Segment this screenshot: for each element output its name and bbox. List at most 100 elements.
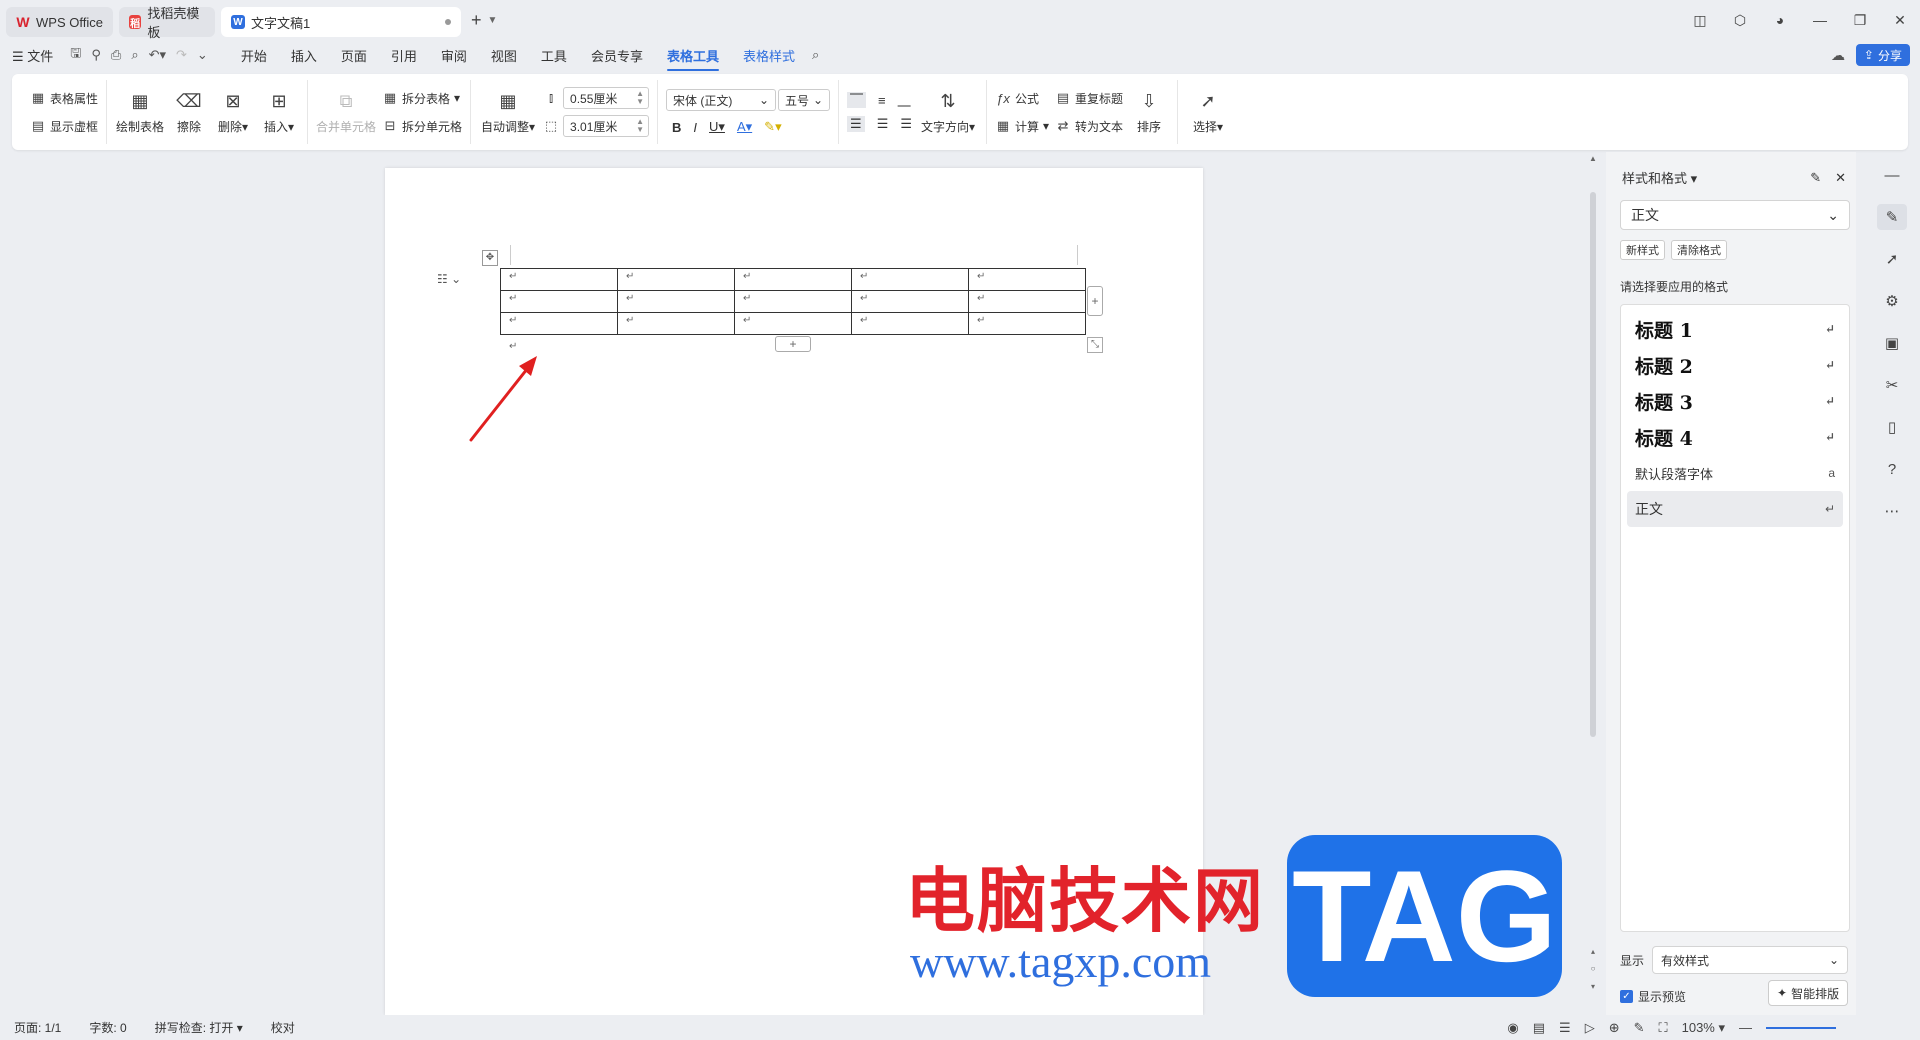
restore-icon[interactable]: ❐ xyxy=(1840,12,1880,29)
show-filter-select[interactable]: 有效样式 ⌄ xyxy=(1652,946,1849,974)
pen-icon[interactable]: ✎ xyxy=(1634,1020,1645,1036)
table-properties-button[interactable]: ▦ 表格属性 xyxy=(30,88,98,108)
close-panel-icon[interactable]: ✕ xyxy=(1835,170,1846,186)
adjust-sliders-icon[interactable]: ⚙ xyxy=(1877,288,1907,314)
close-window-icon[interactable]: ✕ xyxy=(1880,12,1920,29)
align-right-icon[interactable]: ☰ xyxy=(900,116,912,132)
row-height-input[interactable]: 0.55厘米 ▲ ▼ xyxy=(563,87,650,109)
print-preview-icon[interactable]: ⌕ xyxy=(126,47,143,63)
align-top-icon[interactable]: ⎺ xyxy=(847,92,867,108)
more-chevron-icon[interactable]: ⌄ xyxy=(192,47,213,63)
auto-fit-button[interactable]: ▦ 自动调整▾ xyxy=(479,90,537,135)
menu-member[interactable]: 会员专享 xyxy=(579,46,655,65)
table-cell[interactable]: ↵ xyxy=(968,268,1086,291)
erase-button[interactable]: ⌫ 擦除 xyxy=(171,90,207,135)
table-cell[interactable]: ↵ xyxy=(734,268,852,291)
tab-document[interactable]: W 文字文稿1 xyxy=(220,7,461,37)
vertical-scrollbar[interactable]: ▲ ▴ ○ ▾ xyxy=(1588,152,1598,1012)
font-name-select[interactable]: 宋体 (正文) ⌄ xyxy=(666,89,777,111)
new-tab-plus-icon[interactable]: + xyxy=(471,10,482,31)
style-brush-icon[interactable]: ✎ xyxy=(1877,204,1907,230)
table-cell[interactable]: ↵ xyxy=(500,290,618,313)
text-direction-button[interactable]: ⇅ 文字方向▾ xyxy=(918,90,978,135)
save-icon[interactable]: 🖫 xyxy=(65,44,86,66)
add-row-plus-icon[interactable]: + xyxy=(775,336,811,352)
share-button[interactable]: ⇪ 分享 xyxy=(1855,44,1910,66)
print-icon[interactable]: ⎙ xyxy=(106,47,126,63)
proofread-button[interactable]: 校对 xyxy=(257,1019,309,1036)
show-gridlines-button[interactable]: ▤ 显示虚框 xyxy=(30,116,98,136)
sort-button[interactable]: ⇩ 排序 xyxy=(1129,90,1169,135)
formula-button[interactable]: ƒx 公式 xyxy=(995,88,1049,108)
panel-title[interactable]: 样式和格式 ▾ xyxy=(1622,168,1697,187)
draw-table-button[interactable]: ▦ 绘制表格 xyxy=(115,90,165,135)
spinner-icon[interactable]: ▲ ▼ xyxy=(636,118,648,134)
unsaved-dot-icon[interactable] xyxy=(444,19,451,25)
menu-review[interactable]: 审阅 xyxy=(429,46,479,65)
page-view-icon[interactable]: ▤ xyxy=(1533,1020,1545,1036)
current-style-select[interactable]: 正文 ⌄ xyxy=(1620,200,1850,230)
fit-page-icon[interactable]: ⛶ xyxy=(1659,1020,1668,1036)
table-cell[interactable]: ↵ xyxy=(851,290,969,313)
cloud-icon[interactable]: ☁ xyxy=(1831,47,1845,64)
select-button[interactable]: ➚ 选择▾ xyxy=(1186,90,1230,135)
split-cells-button[interactable]: ⊟ 拆分单元格 xyxy=(382,116,462,136)
table-resize-icon[interactable]: ⤡ xyxy=(1087,337,1103,353)
font-color-icon[interactable]: A▾ xyxy=(737,119,752,135)
merge-cells-button[interactable]: ⧉ 合并单元格 xyxy=(316,90,376,135)
align-bottom-icon[interactable]: ⎽ xyxy=(898,92,911,108)
table-cell[interactable]: ↵ xyxy=(851,268,969,291)
insert-button[interactable]: ⊞ 插入▾ xyxy=(259,90,299,135)
scroll-prev-page-icon[interactable]: ▴ xyxy=(1588,947,1598,956)
avatar[interactable]: ◕ xyxy=(1760,12,1800,28)
tab-list-chevron-icon[interactable]: ▼ xyxy=(487,15,497,26)
collapse-icon[interactable]: — xyxy=(1877,162,1907,188)
pin-icon[interactable]: ✎ xyxy=(1810,170,1821,186)
file-menu[interactable]: ☰ 文件 xyxy=(0,46,65,65)
italic-icon[interactable]: I xyxy=(693,120,697,135)
new-style-button[interactable]: 新样式 xyxy=(1620,240,1665,260)
table-menu-icon[interactable]: ☷ ⌄ xyxy=(437,272,461,286)
zoom-level[interactable]: 103% ▾ xyxy=(1682,1020,1725,1036)
scroll-thumb[interactable] xyxy=(1590,192,1596,737)
undo-icon[interactable]: ↶▾ xyxy=(144,47,171,63)
table-cell[interactable]: ↵ xyxy=(734,290,852,313)
repeat-header-button[interactable]: ▤ 重复标题 xyxy=(1055,88,1123,108)
help-icon[interactable]: ? xyxy=(1877,456,1907,482)
smart-layout-button[interactable]: ✦ 智能排版 xyxy=(1768,980,1849,1006)
outline-view-icon[interactable]: ☰ xyxy=(1559,1020,1571,1036)
menu-home[interactable]: 开始 xyxy=(229,46,279,65)
web-view-icon[interactable]: ⊕ xyxy=(1609,1020,1620,1036)
align-center-icon[interactable]: ☰ xyxy=(877,116,889,132)
style-item[interactable]: 标题 3 ↵ xyxy=(1627,383,1843,419)
table-cell[interactable]: ↵ xyxy=(734,312,852,335)
layout-icon[interactable]: ◫ xyxy=(1680,12,1720,29)
scroll-next-page-icon[interactable]: ▾ xyxy=(1588,982,1598,991)
clear-format-button[interactable]: 清除格式 xyxy=(1671,240,1727,260)
spinner-icon[interactable]: ▲ ▼ xyxy=(636,90,648,106)
align-left-icon[interactable]: ☰ xyxy=(847,116,865,132)
eye-icon[interactable]: ◉ xyxy=(1507,1020,1518,1036)
scroll-select-object-icon[interactable]: ○ xyxy=(1588,964,1598,973)
table-cell[interactable]: ↵ xyxy=(617,312,735,335)
table-cell[interactable]: ↵ xyxy=(617,290,735,313)
style-item[interactable]: 标题 2 ↵ xyxy=(1627,347,1843,383)
table-cell[interactable]: ↵ xyxy=(851,312,969,335)
font-size-select[interactable]: 五号 ⌄ xyxy=(778,89,831,111)
add-column-plus-icon[interactable]: + xyxy=(1087,286,1103,316)
table-move-handle-icon[interactable]: ✥ xyxy=(482,250,498,266)
style-item[interactable]: 默认段落字体 a xyxy=(1627,455,1843,491)
underline-icon[interactable]: U▾ xyxy=(709,119,725,135)
menu-view[interactable]: 视图 xyxy=(479,46,529,65)
tools-icon[interactable]: ✂ xyxy=(1877,372,1907,398)
split-table-button[interactable]: ▦ 拆分表格 ▾ xyxy=(382,88,462,108)
show-preview-checkbox[interactable]: ✓ 显示预览 xyxy=(1620,988,1686,1005)
convert-to-text-button[interactable]: ⇄ 转为文本 xyxy=(1055,116,1123,136)
calculate-button[interactable]: ▦ 计算 ▾ xyxy=(995,116,1049,136)
zoom-slider[interactable] xyxy=(1766,1026,1836,1029)
menu-table-style[interactable]: 表格样式 xyxy=(731,46,807,65)
search-icon[interactable]: ⌕ xyxy=(807,47,824,63)
cube-icon[interactable]: ⬡ xyxy=(1720,12,1760,29)
link-icon[interactable]: ⚲ xyxy=(86,47,106,63)
word-count[interactable]: 字数: 0 xyxy=(75,1019,140,1036)
